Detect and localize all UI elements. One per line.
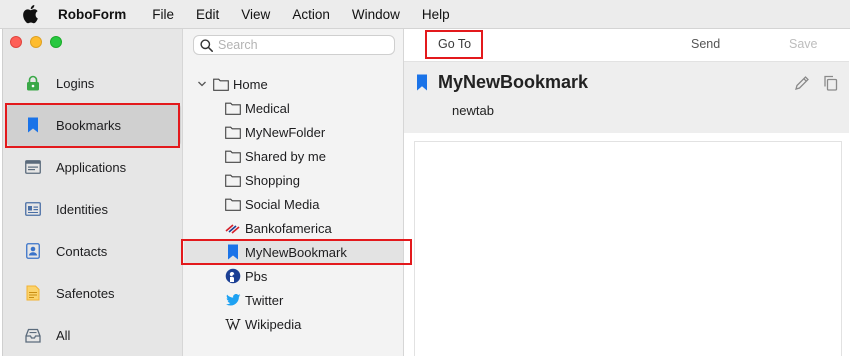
tree-item-bankofamerica[interactable]: Bankofamerica <box>225 217 332 239</box>
save-button[interactable]: Save <box>789 37 818 51</box>
bookmark-icon <box>417 74 427 91</box>
sidebar-item-label: All <box>56 327 71 343</box>
tree-item-label: Social Media <box>245 196 320 212</box>
bankofamerica-logo-icon <box>225 220 241 236</box>
edit-pencil-icon[interactable] <box>793 74 811 92</box>
folder-icon <box>225 124 241 140</box>
tree-item-label: Shopping <box>245 172 300 188</box>
sidebar-item-bookmarks[interactable]: Bookmarks <box>7 104 181 146</box>
sidebar-item-label: Safenotes <box>56 285 115 301</box>
tree-item-label: Medical <box>245 100 290 116</box>
inbox-tray-icon <box>25 327 41 343</box>
sidebar-item-label: Applications <box>56 159 127 175</box>
tree-item-label: Home <box>233 76 268 92</box>
sidebar: Logins Bookmarks Applications Identities <box>3 29 183 356</box>
sidebar-item-all[interactable]: All <box>7 314 181 356</box>
menu-help[interactable]: Help <box>422 7 450 22</box>
detail-header: MyNewBookmark newtab <box>404 62 849 133</box>
close-window-button[interactable] <box>10 36 22 48</box>
tree-item-label: Bankofamerica <box>245 220 332 236</box>
tree-item-mynewfolder[interactable]: MyNewFolder <box>225 121 325 143</box>
search-icon <box>200 38 213 52</box>
pbs-logo-icon <box>225 268 241 284</box>
zoom-window-button[interactable] <box>50 36 62 48</box>
twitter-bird-icon <box>225 292 241 308</box>
folder-icon <box>225 172 241 188</box>
bookmark-icon <box>25 117 41 133</box>
tree-item-social-media[interactable]: Social Media <box>225 193 319 215</box>
sidebar-item-label: Contacts <box>56 243 108 259</box>
tree-item-pbs[interactable]: Pbs <box>225 265 267 287</box>
bookmark-icon <box>225 244 241 260</box>
tree-item-label: Twitter <box>245 292 284 308</box>
copy-icon[interactable] <box>821 74 839 92</box>
tree-item-label: MyNewFolder <box>245 124 326 140</box>
minimize-window-button[interactable] <box>30 36 42 48</box>
menu-view[interactable]: View <box>241 7 270 22</box>
sidebar-item-label: Bookmarks <box>56 117 122 133</box>
contact-card-icon <box>25 243 41 259</box>
menu-file[interactable]: File <box>152 7 174 22</box>
id-card-icon <box>25 201 41 217</box>
tree-item-twitter[interactable]: Twitter <box>225 289 283 311</box>
sidebar-item-applications[interactable]: Applications <box>7 146 181 188</box>
menu-edit[interactable]: Edit <box>196 7 219 22</box>
detail-title: MyNewBookmark <box>438 72 589 92</box>
folder-icon <box>225 148 241 164</box>
send-button[interactable]: Send <box>691 37 720 51</box>
tree-item-mynewbookmark[interactable]: MyNewBookmark <box>184 241 403 263</box>
tree-item-medical[interactable]: Medical <box>225 97 290 119</box>
search-input[interactable] <box>218 38 388 52</box>
sidebar-item-contacts[interactable]: Contacts <box>7 230 181 272</box>
menu-window[interactable]: Window <box>352 7 400 22</box>
tree-item-wikipedia[interactable]: Wikipedia <box>225 313 301 335</box>
tree-item-home[interactable]: Home <box>197 73 268 95</box>
bookmark-tree-panel: Home Medical MyNewFolder Shared by me Sh… <box>183 29 404 356</box>
sidebar-item-label: Identities <box>56 201 109 217</box>
sidebar-item-identities[interactable]: Identities <box>7 188 181 230</box>
tree-item-shared-by-me[interactable]: Shared by me <box>225 145 326 167</box>
roboform-window: Logins Bookmarks Applications Identities <box>2 29 849 356</box>
tree-item-label: Pbs <box>245 268 268 284</box>
tree-item-label: MyNewBookmark <box>245 244 347 260</box>
menubar: RoboForm File Edit View Action Window He… <box>0 0 850 29</box>
menu-app-name[interactable]: RoboForm <box>58 7 126 22</box>
detail-toolbar: Go To Send Save <box>404 29 849 62</box>
go-to-button[interactable]: Go To <box>438 37 471 51</box>
search-box[interactable] <box>193 35 395 55</box>
bookmark-url: newtab <box>452 103 494 118</box>
wikipedia-w-icon <box>225 316 241 332</box>
detail-pane: Go To Send Save MyNewBookmark newtab <box>404 29 849 356</box>
tree-item-label: Shared by me <box>245 148 326 164</box>
lock-icon <box>25 75 41 91</box>
bookmark-content-area <box>414 141 842 356</box>
folder-icon <box>213 76 229 92</box>
tree-item-label: Wikipedia <box>245 316 302 332</box>
detail-title-row: MyNewBookmark <box>416 72 588 93</box>
sidebar-item-safenotes[interactable]: Safenotes <box>7 272 181 314</box>
sidebar-item-logins[interactable]: Logins <box>7 62 181 104</box>
sidebar-item-label: Logins <box>56 75 95 91</box>
chevron-down-icon[interactable] <box>197 79 207 89</box>
menu-action[interactable]: Action <box>292 7 330 22</box>
application-window-icon <box>25 159 41 175</box>
folder-icon <box>225 100 241 116</box>
tree-item-shopping[interactable]: Shopping <box>225 169 300 191</box>
apple-logo-icon[interactable] <box>22 4 39 24</box>
window-controls <box>10 36 62 48</box>
folder-icon <box>225 196 241 212</box>
note-icon <box>25 285 41 301</box>
